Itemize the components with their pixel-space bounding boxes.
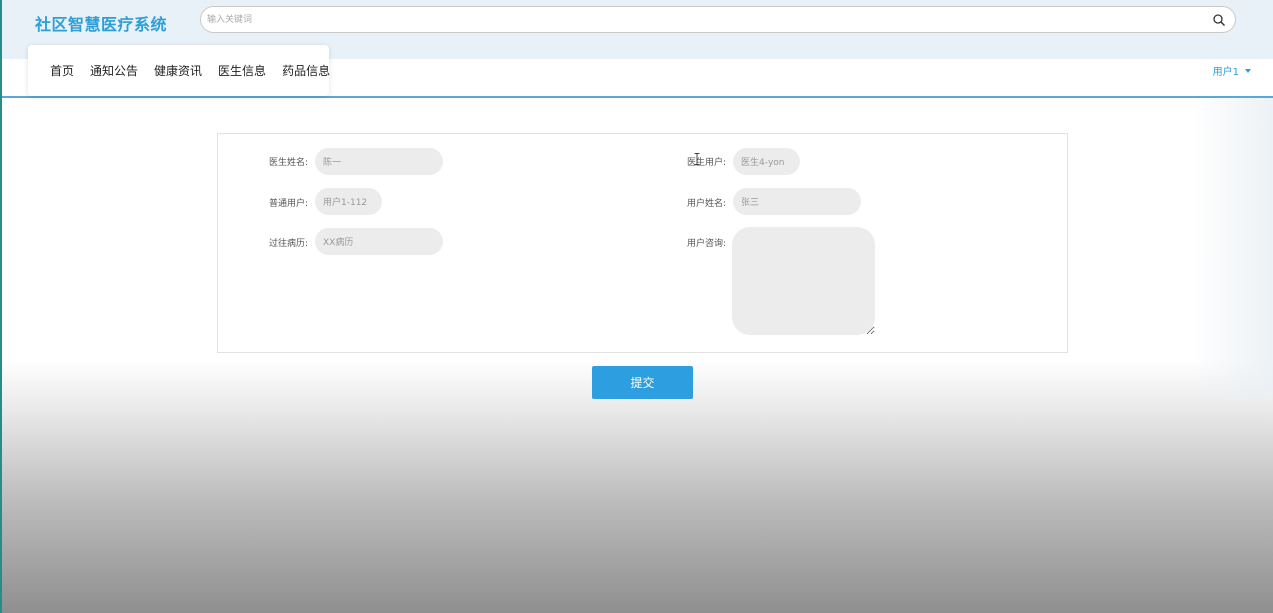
consult-label: 用户咨询: xyxy=(686,239,726,249)
doctor-user-label: 医生用户: xyxy=(686,158,726,168)
user-name-field[interactable]: 张三 xyxy=(733,188,861,215)
submit-button[interactable]: 提交 xyxy=(592,366,693,399)
text-cursor-icon xyxy=(694,153,700,165)
history-label: 过往病历: xyxy=(268,239,308,249)
user-menu-label: 用户1 xyxy=(1212,67,1239,78)
doctor-user-select[interactable]: 医生4-yon xyxy=(733,148,800,175)
main-nav-menu: 首页 通知公告 健康资讯 医生信息 药品信息 xyxy=(28,45,330,96)
normal-user-select[interactable]: 用户1-112 xyxy=(315,188,382,215)
normal-user-label: 普通用户: xyxy=(268,199,308,209)
app-logo-title[interactable]: 社区智慧医疗系统 xyxy=(35,11,167,35)
nav-item-doctor-info[interactable]: 医生信息 xyxy=(218,62,266,79)
right-background-fade xyxy=(1193,97,1273,397)
search-icon[interactable] xyxy=(1212,13,1226,27)
nav-item-notices[interactable]: 通知公告 xyxy=(90,62,138,79)
consultation-textarea[interactable] xyxy=(732,227,875,335)
nav-item-home[interactable]: 首页 xyxy=(50,62,74,79)
chevron-down-icon xyxy=(1245,68,1251,73)
user-menu-dropdown[interactable]: 用户1 xyxy=(1213,63,1251,78)
search-bar[interactable] xyxy=(200,6,1236,33)
medical-history-field[interactable]: XX病历 xyxy=(315,228,443,255)
search-input[interactable] xyxy=(207,11,1187,29)
nav-item-medicine-info[interactable]: 药品信息 xyxy=(282,62,330,79)
nav-item-health-news[interactable]: 健康资讯 xyxy=(154,62,202,79)
user-name-label: 用户姓名: xyxy=(686,199,726,209)
doctor-name-label: 医生姓名: xyxy=(268,158,308,168)
doctor-name-field[interactable]: 陈一 xyxy=(315,148,443,175)
window-left-edge xyxy=(0,0,2,613)
